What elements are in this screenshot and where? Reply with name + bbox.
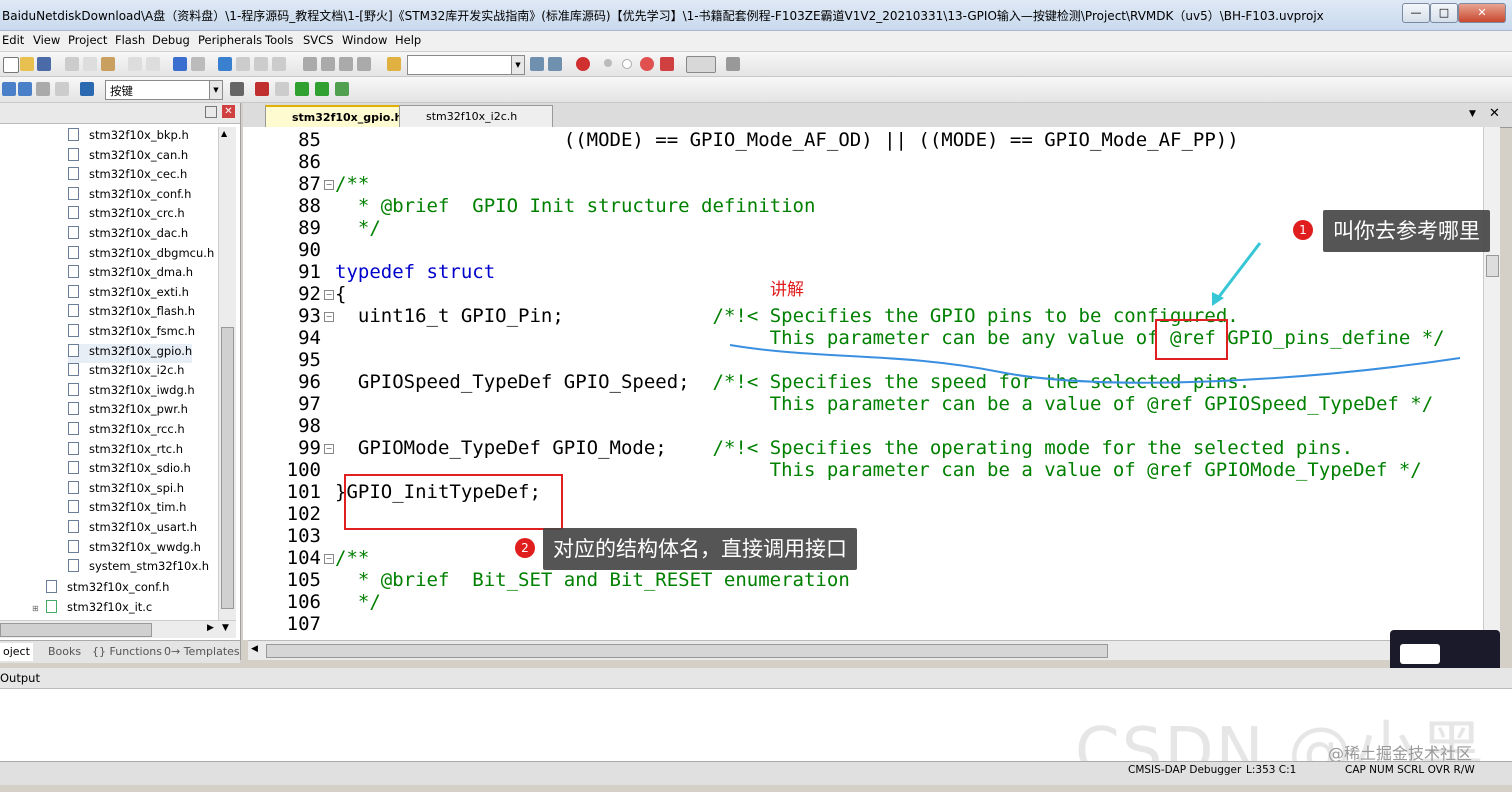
output-title: Output xyxy=(0,671,40,685)
callout-1: 叫你去参考哪里 xyxy=(1323,210,1490,252)
callout-2: 对应的结构体名，直接调用接口 xyxy=(543,528,857,570)
status-bar: CMSIS-DAP Debugger L:353 C:1 CAP NUM SCR… xyxy=(0,761,1512,785)
arrow-stroke xyxy=(1213,242,1262,303)
status-debugger: CMSIS-DAP Debugger xyxy=(1128,764,1242,776)
annotation-ink xyxy=(729,242,1461,384)
underline-stroke xyxy=(729,344,1461,384)
explain-label: 讲解 xyxy=(770,280,804,300)
step-1-badge: 1 xyxy=(1293,220,1313,240)
output-header: Output xyxy=(0,668,1512,689)
status-flags: CAP NUM SCRL OVR R/W xyxy=(1345,764,1475,776)
status-position: L:353 C:1 xyxy=(1246,764,1297,776)
step-2-badge: 2 xyxy=(515,538,535,558)
widget-icon xyxy=(1400,644,1440,664)
